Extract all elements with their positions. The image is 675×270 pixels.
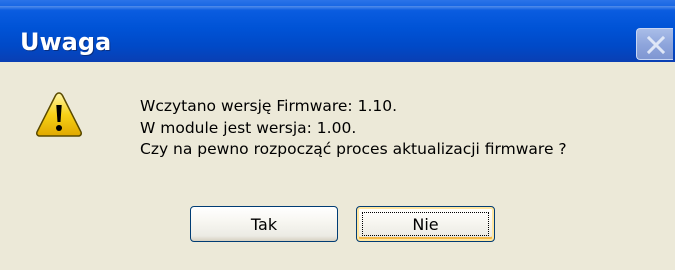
- message-line: Czy na pewno rozpocząć proces aktualizac…: [140, 140, 567, 158]
- close-button[interactable]: [636, 28, 673, 60]
- message-line: W module jest wersja: 1.00.: [140, 118, 357, 137]
- message-line: Wczytano wersję Firmware: 1.10.: [140, 97, 398, 115]
- yes-button[interactable]: Tak: [190, 206, 338, 242]
- close-icon: [646, 35, 666, 55]
- message-dialog: Uwaga Wczytano wersję Firmware: 1.10. W …: [0, 0, 675, 270]
- title-bar[interactable]: Uwaga: [0, 0, 675, 62]
- focus-rectangle: [362, 212, 489, 236]
- dialog-message: Wczytano wersję Firmware: 1.10. W module…: [140, 96, 567, 161]
- yes-button-label: Tak: [250, 214, 278, 234]
- warning-icon: [36, 92, 82, 137]
- dialog-title: Uwaga: [20, 28, 112, 56]
- no-button[interactable]: Nie: [356, 206, 495, 242]
- title-bar-highlight: [0, 6, 675, 10]
